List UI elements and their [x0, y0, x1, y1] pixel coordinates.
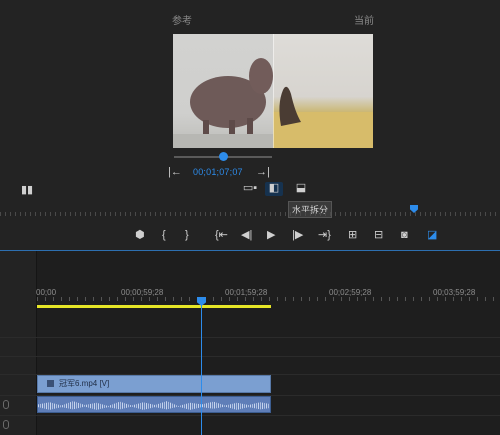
- reference-label: 参考: [172, 16, 192, 27]
- monitor-ruler[interactable]: [0, 212, 500, 216]
- video-preview: [173, 34, 373, 148]
- ruler-label: 00;03;59;28: [433, 288, 476, 297]
- go-to-out-point-icon[interactable]: ⇥}: [318, 229, 331, 245]
- clip-fx-icon: [47, 380, 54, 387]
- vertical-split-icon[interactable]: ◧: [265, 182, 283, 196]
- go-to-in-icon[interactable]: |←: [168, 166, 182, 178]
- mark-in-icon[interactable]: {: [162, 229, 166, 245]
- current-label: 当前: [354, 16, 374, 27]
- track-separator: [0, 356, 500, 357]
- ruler-label: 00;00: [36, 288, 57, 297]
- time-ruler[interactable]: [37, 297, 500, 301]
- microphone-icon[interactable]: [3, 400, 9, 409]
- work-area-bar[interactable]: [37, 305, 271, 308]
- add-marker-icon[interactable]: ⬢: [135, 229, 145, 245]
- track-separator: [0, 337, 500, 338]
- lift-icon[interactable]: ⊞: [348, 229, 357, 245]
- video-clip[interactable]: 冠军6.mp4 [V]: [37, 375, 271, 393]
- microphone-icon[interactable]: [3, 420, 9, 429]
- go-to-in-point-icon[interactable]: {⇤: [215, 229, 228, 245]
- compare-mode-icon[interactable]: ▭▪: [241, 182, 259, 196]
- step-forward-icon[interactable]: |▶: [292, 229, 303, 245]
- extract-icon[interactable]: ⊟: [374, 229, 383, 245]
- horizontal-split-icon[interactable]: ⬓: [292, 182, 310, 196]
- ruler-label: 00;01;59;28: [225, 288, 268, 297]
- export-frame-icon[interactable]: ◙: [401, 229, 408, 245]
- play-icon[interactable]: ▶: [267, 229, 275, 245]
- audio-waveform: [38, 401, 270, 410]
- comparison-view-icon[interactable]: ◪: [427, 229, 437, 245]
- split-divider[interactable]: [273, 34, 274, 148]
- playhead-line[interactable]: [201, 305, 202, 435]
- monitor-scrub-knob[interactable]: [219, 152, 228, 161]
- step-back-icon[interactable]: ◀|: [241, 229, 252, 245]
- go-to-out-icon[interactable]: →|: [256, 166, 270, 178]
- seal-image: [273, 86, 373, 148]
- side-by-side-icon[interactable]: ▮▮: [21, 184, 33, 196]
- monitor-timecode[interactable]: 00;01;07;07: [193, 167, 243, 177]
- audio-clip[interactable]: [37, 396, 271, 413]
- ruler-label: 00;00;59;28: [121, 288, 164, 297]
- ruler-label: 00;02;59;28: [329, 288, 372, 297]
- current-frame: [273, 34, 373, 148]
- track-separator: [0, 415, 500, 416]
- hippo-image: [173, 58, 273, 148]
- reference-frame: [173, 34, 273, 148]
- mark-out-icon[interactable]: }: [185, 229, 189, 245]
- clip-label: 冠军6.mp4 [V]: [59, 379, 110, 388]
